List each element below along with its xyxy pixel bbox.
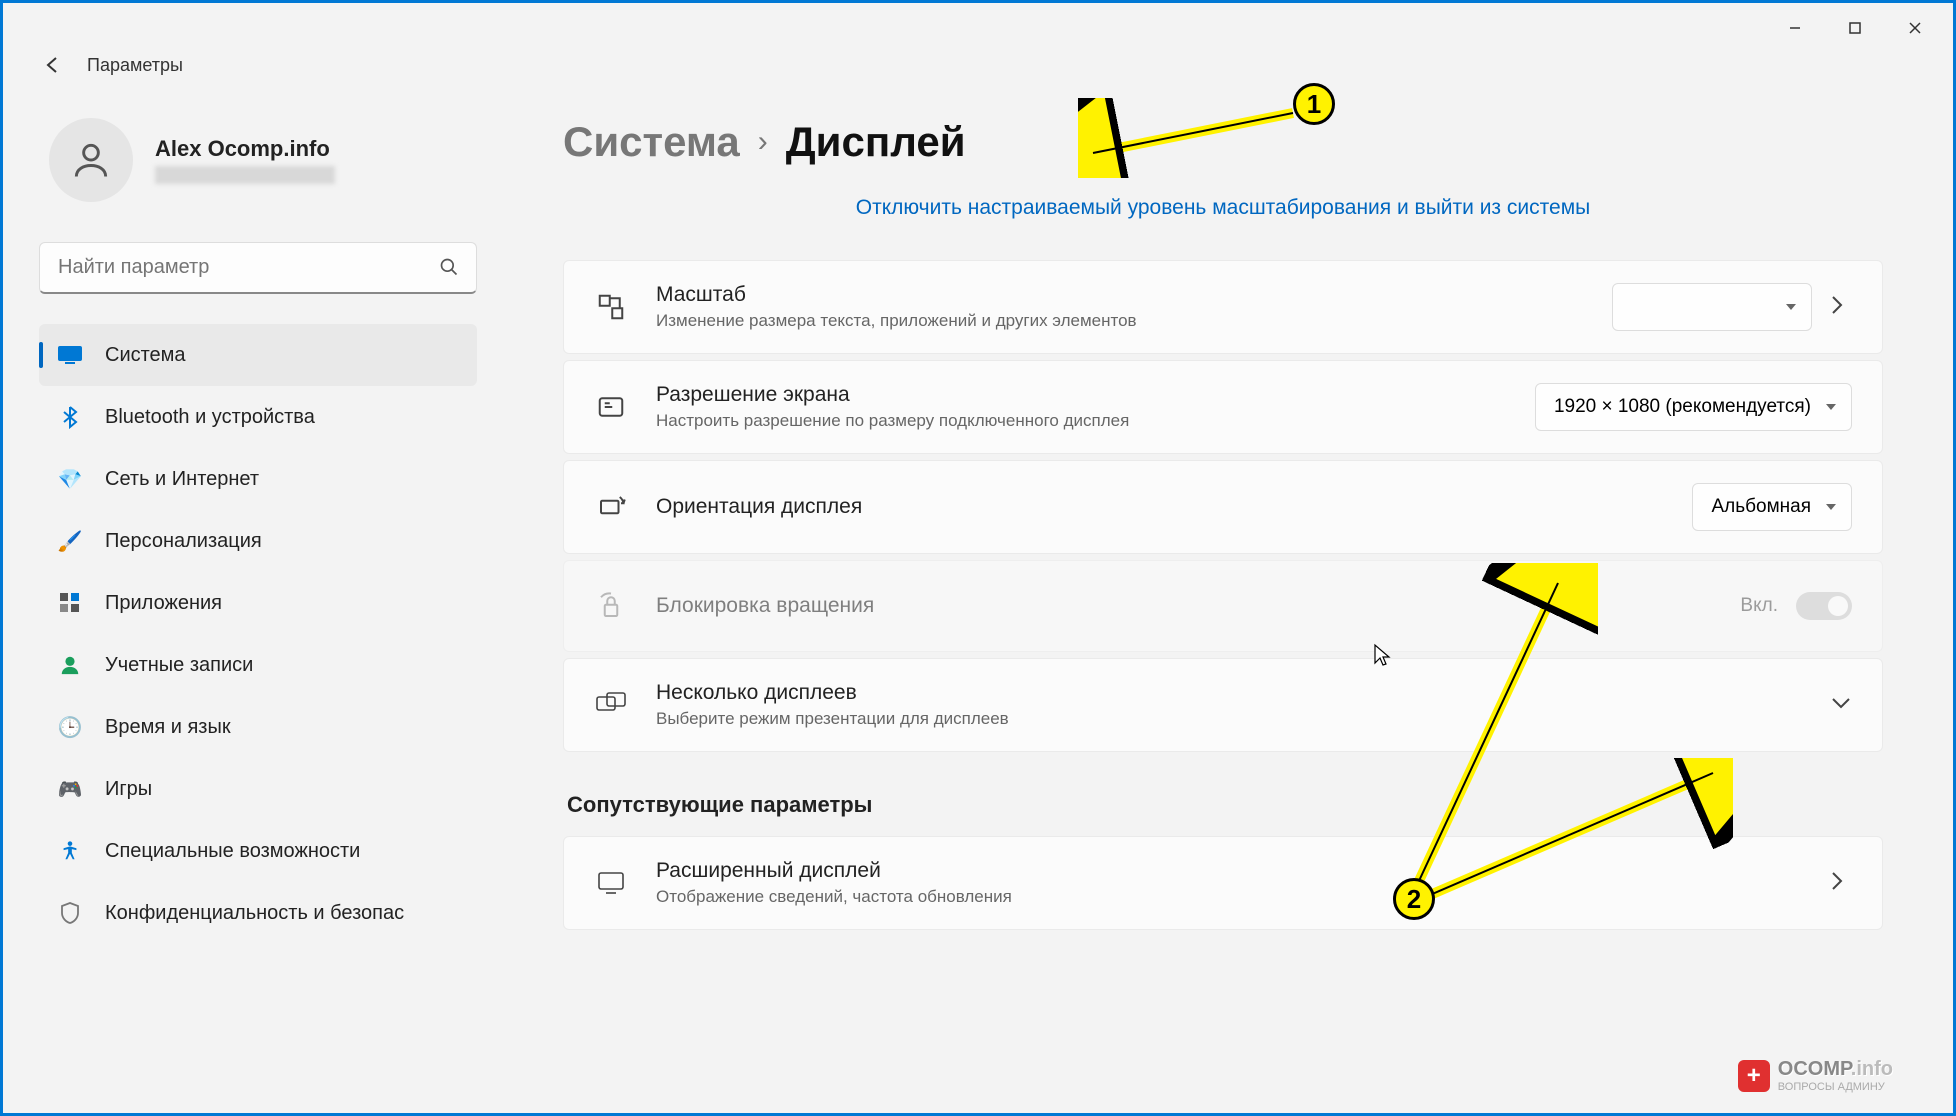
breadcrumb-current: Дисплей xyxy=(786,118,966,166)
nav-item-bluetooth[interactable]: Bluetooth и устройства xyxy=(39,386,477,448)
card-subtitle: Выберите режим презентации для дисплеев xyxy=(656,709,1802,729)
multi-display-card[interactable]: Несколько дисплеев Выберите режим презен… xyxy=(563,658,1883,752)
apps-icon xyxy=(57,590,83,616)
annotation-badge-2: 2 xyxy=(1393,878,1435,920)
orientation-icon xyxy=(594,492,628,522)
nav-label: Игры xyxy=(105,778,152,801)
chevron-right-icon: › xyxy=(758,125,768,159)
scale-icon xyxy=(594,292,628,322)
sidebar: Alex Ocomp.info Система Bluetooth и устр… xyxy=(3,53,513,1113)
profile-section[interactable]: Alex Ocomp.info xyxy=(49,118,477,202)
titlebar xyxy=(3,3,1953,53)
nav-item-accessibility[interactable]: Специальные возможности xyxy=(39,820,477,882)
nav-label: Учетные записи xyxy=(105,654,253,677)
nav-item-gaming[interactable]: 🎮 Игры xyxy=(39,758,477,820)
watermark: + OCOMP.info ВОПРОСЫ АДМИНУ xyxy=(1738,1058,1893,1093)
person-icon xyxy=(57,652,83,678)
watermark-tld: .info xyxy=(1851,1058,1893,1080)
nav-item-accounts[interactable]: Учетные записи xyxy=(39,634,477,696)
card-subtitle: Изменение размера текста, приложений и д… xyxy=(656,311,1584,331)
nav-label: Конфиденциальность и безопас xyxy=(105,902,404,925)
toggle-label: Вкл. xyxy=(1740,595,1778,617)
maximize-button[interactable] xyxy=(1825,8,1885,48)
network-icon: 💎 xyxy=(57,466,83,492)
close-button[interactable] xyxy=(1885,8,1945,48)
back-button[interactable] xyxy=(41,53,65,77)
multi-display-icon xyxy=(594,691,628,719)
nav-item-apps[interactable]: Приложения xyxy=(39,572,477,634)
related-settings-header: Сопутствующие параметры xyxy=(567,792,1883,818)
app-title: Параметры xyxy=(87,55,183,76)
resolution-card[interactable]: Разрешение экрана Настроить разрешение п… xyxy=(563,360,1883,454)
nav-item-privacy[interactable]: Конфиденциальность и безопас xyxy=(39,882,477,944)
disable-custom-scaling-link[interactable]: Отключить настраиваемый уровень масштаби… xyxy=(563,196,1883,220)
nav-label: Персонализация xyxy=(105,530,262,553)
card-title: Масштаб xyxy=(656,283,1584,307)
nav-label: Приложения xyxy=(105,592,222,615)
card-subtitle: Отображение сведений, частота обновления xyxy=(656,887,1802,907)
chevron-right-icon[interactable] xyxy=(1830,870,1852,897)
nav-label: Bluetooth и устройства xyxy=(105,406,315,429)
breadcrumb: Система › Дисплей xyxy=(563,118,1883,166)
nav-list: Система Bluetooth и устройства 💎 Сеть и … xyxy=(39,324,477,944)
card-subtitle: Настроить разрешение по размеру подключе… xyxy=(656,411,1507,431)
nav-item-personalization[interactable]: 🖌️ Персонализация xyxy=(39,510,477,572)
watermark-brand: OCOMP xyxy=(1778,1058,1851,1080)
rotation-lock-card: Блокировка вращения Вкл. xyxy=(563,560,1883,652)
orientation-card[interactable]: Ориентация дисплея Альбомная xyxy=(563,460,1883,554)
globe-icon: 🕒 xyxy=(57,714,83,740)
nav-item-time-language[interactable]: 🕒 Время и язык xyxy=(39,696,477,758)
card-title: Несколько дисплеев xyxy=(656,681,1802,705)
cursor-icon xyxy=(1373,643,1391,673)
main-content: Система › Дисплей Отключить настраиваемы… xyxy=(513,53,1953,1113)
orientation-dropdown[interactable]: Альбомная xyxy=(1692,483,1852,531)
rotation-lock-toggle xyxy=(1796,592,1852,620)
lock-icon xyxy=(594,591,628,621)
card-title: Ориентация дисплея xyxy=(656,495,1664,519)
scale-card[interactable]: Масштаб Изменение размера текста, прилож… xyxy=(563,260,1883,354)
brush-icon: 🖌️ xyxy=(57,528,83,554)
card-title: Блокировка вращения xyxy=(656,594,1712,618)
resolution-dropdown[interactable]: 1920 × 1080 (рекомендуется) xyxy=(1535,383,1852,431)
bluetooth-icon xyxy=(57,404,83,430)
chevron-down-icon[interactable] xyxy=(1830,696,1852,715)
profile-email-blurred xyxy=(155,166,335,184)
nav-item-network[interactable]: 💎 Сеть и Интернет xyxy=(39,448,477,510)
resolution-icon xyxy=(594,392,628,422)
system-icon xyxy=(57,342,83,368)
nav-label: Система xyxy=(105,344,186,367)
monitor-icon xyxy=(594,870,628,896)
nav-item-system[interactable]: Система xyxy=(39,324,477,386)
shield-icon xyxy=(57,900,83,926)
annotation-badge-1: 1 xyxy=(1293,83,1335,125)
search-icon xyxy=(439,257,459,282)
advanced-display-card[interactable]: Расширенный дисплей Отображение сведений… xyxy=(563,836,1883,930)
chevron-right-icon[interactable] xyxy=(1830,294,1852,321)
card-title: Разрешение экрана xyxy=(656,383,1507,407)
nav-label: Время и язык xyxy=(105,716,231,739)
minimize-button[interactable] xyxy=(1765,8,1825,48)
profile-name: Alex Ocomp.info xyxy=(155,136,335,162)
watermark-sub: ВОПРОСЫ АДМИНУ xyxy=(1778,1081,1893,1093)
watermark-plus-icon: + xyxy=(1738,1060,1770,1092)
avatar xyxy=(49,118,133,202)
search-input[interactable] xyxy=(39,242,477,294)
breadcrumb-parent[interactable]: Система xyxy=(563,118,740,166)
card-title: Расширенный дисплей xyxy=(656,859,1802,883)
search-box[interactable] xyxy=(39,242,477,294)
nav-label: Сеть и Интернет xyxy=(105,468,259,491)
scale-dropdown[interactable] xyxy=(1612,283,1812,331)
nav-label: Специальные возможности xyxy=(105,840,360,863)
gamepad-icon: 🎮 xyxy=(57,776,83,802)
accessibility-icon xyxy=(57,838,83,864)
